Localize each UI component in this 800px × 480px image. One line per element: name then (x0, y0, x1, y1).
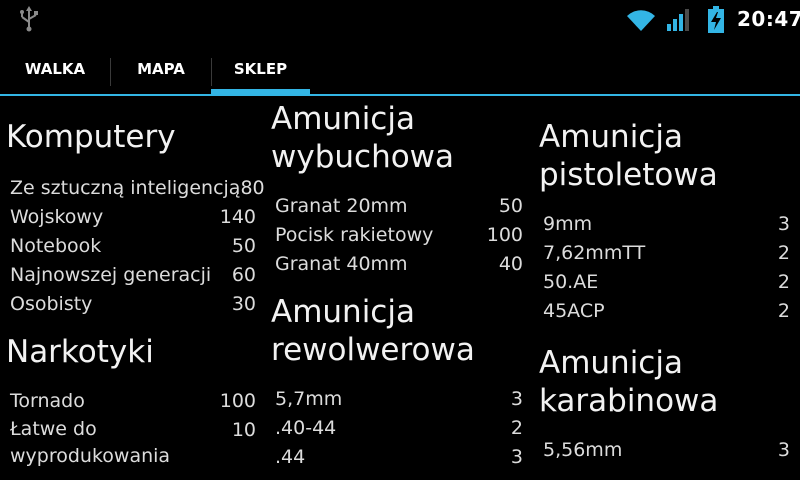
list-item[interactable]: Granat 20mm 50 (271, 192, 523, 221)
shop-column-2: Amunicja wybuchowa Granat 20mm 50 Pocisk… (271, 100, 523, 472)
list-item[interactable]: Granat 40mm 40 (271, 250, 523, 279)
item-price: 140 (219, 206, 256, 228)
item-price: 60 (231, 264, 256, 286)
list-item[interactable]: Łatwe do wyprodukowania 10 (6, 416, 256, 470)
list-item[interactable]: 50.AE 2 (539, 268, 790, 297)
clock: 20:47 (737, 7, 800, 31)
item-price: 80 (240, 177, 265, 199)
tab-mapa[interactable]: MAPA (111, 38, 211, 94)
item-name: Łatwe do wyprodukowania (10, 418, 171, 467)
section-title: Amunicja rewolwerowa (271, 294, 475, 368)
section-title: Komputery (6, 119, 176, 155)
item-name: .44 (275, 446, 306, 468)
item-price: 3 (510, 388, 523, 410)
item-name: 50.AE (543, 271, 599, 293)
item-name: 9mm (543, 213, 593, 235)
list-item[interactable]: Pocisk rakietowy 100 (271, 221, 523, 250)
shop-column-1: Komputery Ze sztuczną inteligencją 80 Wo… (6, 118, 265, 470)
section-title: Narkotyki (6, 334, 154, 370)
signal-icon (667, 9, 689, 31)
item-name: Ze sztuczną inteligencją (10, 177, 241, 199)
wifi-icon (627, 10, 655, 31)
tab-label: WALKA (24, 60, 86, 78)
item-name: Tornado (10, 390, 85, 412)
section-amunicja-wybuchowa: Amunicja wybuchowa Granat 20mm 50 Pocisk… (271, 100, 523, 279)
item-price: 2 (777, 271, 790, 293)
item-price: 10 (231, 419, 256, 441)
item-name: Granat 20mm (275, 195, 408, 217)
item-price: 2 (510, 417, 523, 439)
tab-label: SKLEP (233, 60, 288, 78)
list-item[interactable]: 5,56mm 3 (539, 436, 790, 465)
item-price: 100 (486, 224, 523, 246)
item-price: 50 (231, 235, 256, 257)
item-price: 2 (777, 242, 790, 264)
section-amunicja-karabinowa: Amunicja karabinowa 5,56mm 3 (539, 344, 790, 465)
item-price: 50 (498, 195, 523, 217)
section-narkotyki: Narkotyki Tornado 100 Łatwe do wyproduko… (6, 333, 256, 470)
battery-charging-icon (708, 6, 724, 33)
tab-bar: WALKA MAPA SKLEP (0, 38, 800, 94)
item-name: 5,7mm (275, 388, 343, 410)
item-price: 40 (498, 253, 523, 275)
list-item[interactable]: 9mm 3 (539, 210, 790, 239)
tab-walka[interactable]: WALKA (0, 38, 110, 94)
list-item[interactable]: 7,62mmTT 2 (539, 239, 790, 268)
section-title: Amunicja pistoletowa (539, 119, 718, 193)
list-item[interactable]: .44 3 (271, 443, 523, 472)
list-item[interactable]: .40-44 2 (271, 414, 523, 443)
item-price: 30 (231, 293, 256, 315)
item-name: 7,62mmTT (543, 242, 646, 264)
item-name: Pocisk rakietowy (275, 224, 434, 246)
tab-sklep[interactable]: SKLEP (211, 38, 310, 94)
list-item[interactable]: 45ACP 2 (539, 297, 790, 326)
list-item[interactable]: Osobisty 30 (6, 290, 256, 319)
item-name: 45ACP (543, 300, 605, 322)
shop-column-3: Amunicja pistoletowa 9mm 3 7,62mmTT 2 50… (539, 118, 790, 465)
item-price: 3 (777, 439, 790, 461)
list-item[interactable]: Tornado 100 (6, 387, 256, 416)
section-amunicja-rewolwerowa: Amunicja rewolwerowa 5,7mm 3 .40-44 2 .4… (271, 293, 523, 472)
tab-bar-underline (0, 94, 800, 96)
item-price: 2 (777, 300, 790, 322)
item-name: Najnowszej generacji (10, 264, 212, 286)
list-item[interactable]: Ze sztuczną inteligencją 80 (6, 174, 265, 203)
item-name: Notebook (10, 235, 102, 257)
list-item[interactable]: 5,7mm 3 (271, 385, 523, 414)
item-name: Osobisty (10, 293, 93, 315)
section-title: Amunicja karabinowa (539, 345, 719, 419)
item-price: 100 (219, 390, 256, 412)
section-amunicja-pistoletowa: Amunicja pistoletowa 9mm 3 7,62mmTT 2 50… (539, 118, 790, 326)
item-name: 5,56mm (543, 439, 623, 461)
list-item[interactable]: Najnowszej generacji 60 (6, 261, 256, 290)
section-komputery: Komputery Ze sztuczną inteligencją 80 Wo… (6, 118, 265, 319)
item-price: 3 (510, 446, 523, 468)
item-name: .40-44 (275, 417, 337, 439)
item-price: 3 (777, 213, 790, 235)
section-title: Amunicja wybuchowa (271, 101, 455, 175)
item-name: Wojskowy (10, 206, 104, 228)
usb-icon (20, 6, 38, 32)
list-item[interactable]: Notebook 50 (6, 232, 256, 261)
status-bar: 20:47 (0, 0, 800, 38)
list-item[interactable]: Wojskowy 140 (6, 203, 256, 232)
item-name: Granat 40mm (275, 253, 408, 275)
tab-label: MAPA (137, 60, 185, 78)
